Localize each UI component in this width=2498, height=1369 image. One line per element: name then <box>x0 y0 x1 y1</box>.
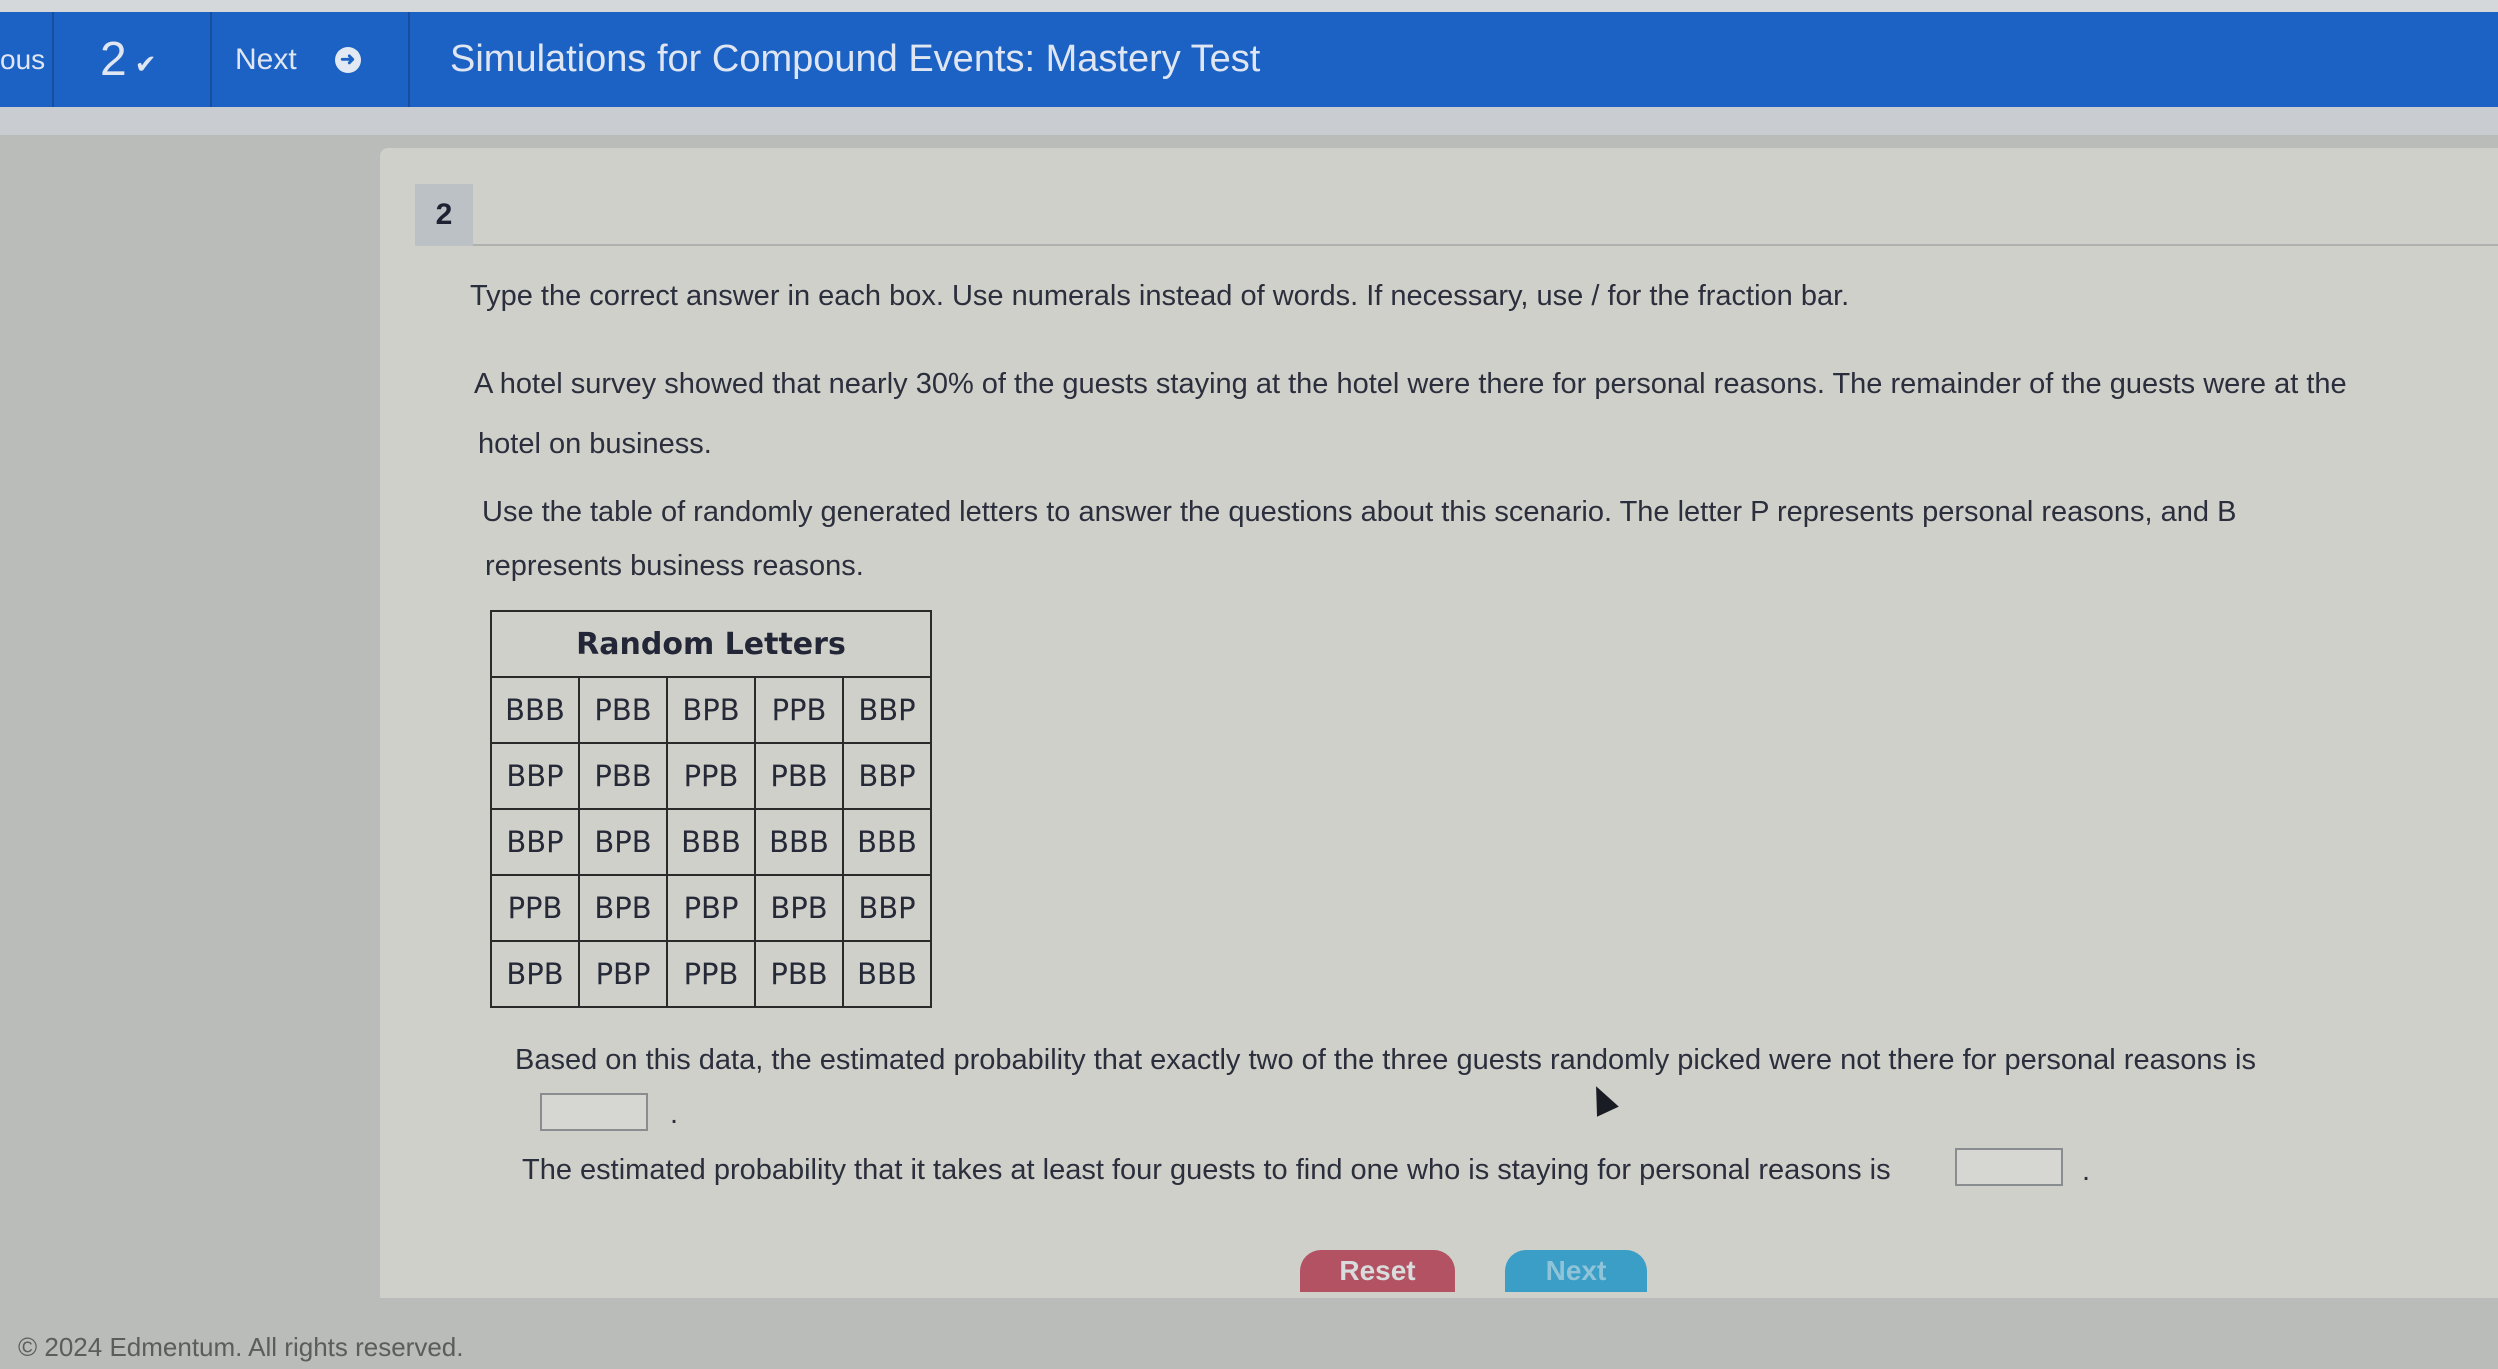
random-letters-table: Random Letters BBB PBB BPB PPB BBP BBP P… <box>490 610 932 1008</box>
reset-button[interactable]: Reset <box>1300 1250 1455 1292</box>
table-cell: PBB <box>754 742 844 810</box>
table-cell: BPB <box>578 808 668 876</box>
table-cell: BBP <box>842 742 932 810</box>
arrow-right-circle-icon: ➜ <box>334 46 361 73</box>
answer1-input[interactable] <box>540 1093 648 1131</box>
next-button[interactable]: Next <box>1505 1250 1647 1292</box>
sub-header-strip <box>0 107 2498 135</box>
table-cell: PBP <box>666 874 756 942</box>
scenario-text-line2: hotel on business. <box>478 428 712 460</box>
table-cell: BPB <box>578 874 668 942</box>
nav-divider <box>408 12 410 107</box>
table-cell: BBB <box>666 808 756 876</box>
table-cell: PPB <box>666 940 756 1008</box>
table-row: BBP PBB PPB PBB BBP <box>490 742 932 810</box>
table-title: Random Letters <box>490 610 932 678</box>
table-cell: PPB <box>490 874 580 942</box>
table-cell: BBB <box>842 808 932 876</box>
page-title: Simulations for Compound Events: Mastery… <box>450 38 1261 80</box>
question-number: 2 <box>100 33 127 86</box>
table-cell: BBB <box>754 808 844 876</box>
instructions-text: Type the correct answer in each box. Use… <box>470 280 1850 312</box>
question-number-badge: 2 <box>415 184 473 246</box>
question-header-rule <box>473 244 2498 246</box>
copyright-footer: © 2024 Edmentum. All rights reserved. <box>18 1332 464 1362</box>
table-cell: BBP <box>842 874 932 942</box>
answer1-suffix: . <box>670 1098 679 1130</box>
table-cell: PPB <box>754 676 844 744</box>
answer2-input[interactable] <box>1955 1148 2063 1186</box>
chevron-down-icon: ✔ <box>134 49 157 79</box>
next-label: Next <box>235 42 297 76</box>
table-cell: BPB <box>754 874 844 942</box>
table-row: PPB BPB PBP BPB BBP <box>490 874 932 942</box>
table-cell: BBP <box>490 808 580 876</box>
table-cell: PPB <box>666 742 756 810</box>
table-cell: PBB <box>754 940 844 1008</box>
scenario-text-line1: A hotel survey showed that nearly 30% of… <box>474 368 2347 400</box>
header-bar: ous 2 ✔ Next ➜ Simulations for Compound … <box>0 12 2498 107</box>
table-row: BBB PBB BPB PPB BBP <box>490 676 932 744</box>
table-intro-line1: Use the table of randomly generated lett… <box>482 496 2237 528</box>
table-cell: BBB <box>842 940 932 1008</box>
table-row: BBP BPB BBB BBB BBB <box>490 808 932 876</box>
previous-button[interactable]: ous <box>0 12 45 107</box>
next-question-button[interactable]: Next ➜ <box>235 12 361 107</box>
table-cell: BBP <box>490 742 580 810</box>
table-cell: PBB <box>578 742 668 810</box>
table-row: BPB PBP PPB PBB BBB <box>490 940 932 1008</box>
nav-divider <box>52 12 54 107</box>
table-cell: PBP <box>578 940 668 1008</box>
question-selector[interactable]: 2 ✔ <box>100 12 157 107</box>
question2-text: The estimated probability that it takes … <box>522 1154 1891 1186</box>
table-cell: BBB <box>490 676 580 744</box>
table-cell: PBB <box>578 676 668 744</box>
question1-text: Based on this data, the estimated probab… <box>515 1044 2256 1076</box>
table-intro-line2: represents business reasons. <box>485 550 864 582</box>
answer2-suffix: . <box>2082 1155 2091 1187</box>
previous-label: ous <box>0 43 46 75</box>
nav-divider <box>210 12 212 107</box>
table-cell: BBP <box>842 676 932 744</box>
table-cell: BPB <box>490 940 580 1008</box>
table-cell: BPB <box>666 676 756 744</box>
